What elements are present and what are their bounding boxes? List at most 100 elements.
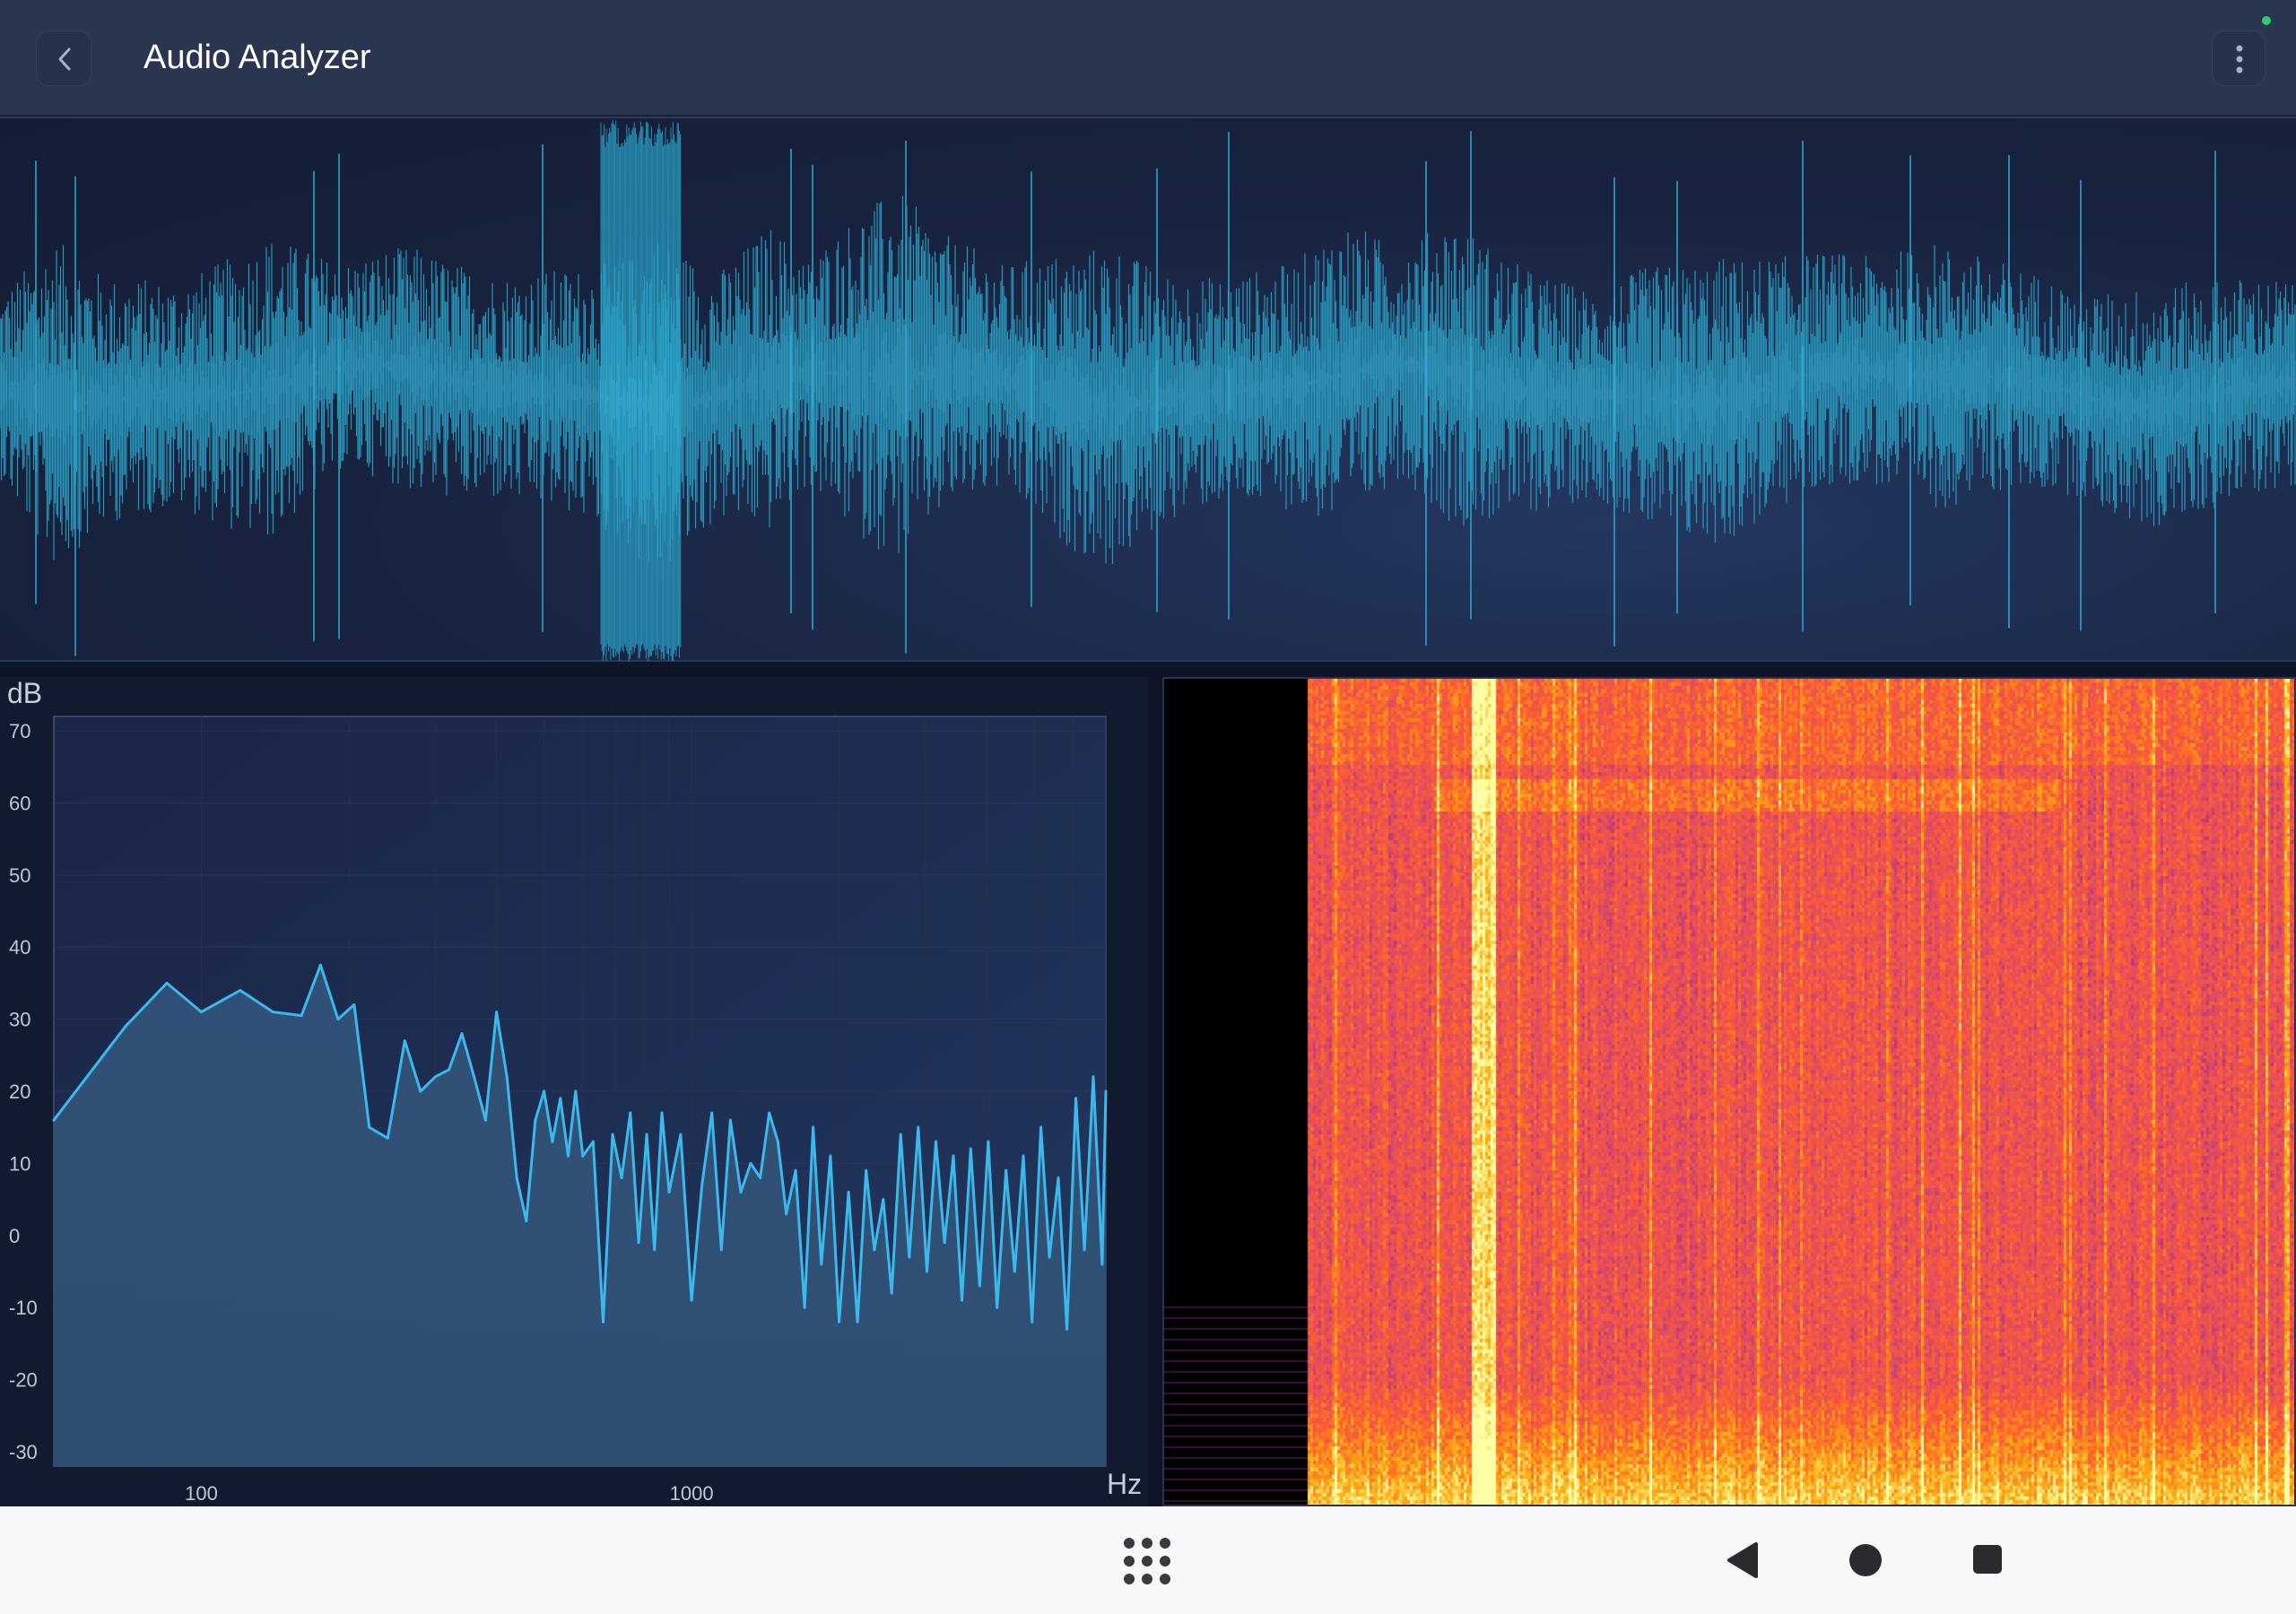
page-title: Audio Analyzer <box>144 39 371 76</box>
spectrum-point <box>574 1089 578 1093</box>
spectrum-point <box>865 1168 868 1172</box>
y-tick-label: 60 <box>9 792 30 814</box>
spectrum-point <box>917 1125 920 1129</box>
spectrum-point <box>996 1306 999 1309</box>
spectrum-point <box>1083 1248 1086 1252</box>
spectrum-point <box>200 1011 203 1014</box>
waveform-plot <box>0 120 2296 662</box>
y-axis-unit: dB <box>7 677 43 709</box>
spectrum-point <box>710 1111 714 1115</box>
spectrum-point <box>890 1291 893 1295</box>
spectrum-point <box>785 1212 788 1216</box>
spectrum-point <box>794 1168 797 1172</box>
nav-recent-apps-icon[interactable] <box>1973 1545 2002 1574</box>
spectrum-point <box>667 1191 671 1193</box>
spectrum-point <box>460 1032 464 1036</box>
spectrum-point <box>386 1136 389 1140</box>
spectrum-point <box>679 1132 683 1136</box>
spectrum-point <box>653 1248 657 1252</box>
spectrum-point <box>581 1154 585 1158</box>
y-tick-label: 50 <box>9 864 30 887</box>
spectrogram-view[interactable] <box>1162 677 2296 1506</box>
spectrum-point <box>559 1097 562 1100</box>
y-tick-label: 30 <box>9 1009 30 1031</box>
spectrum-point <box>271 1011 274 1014</box>
spectrum-point <box>448 1068 451 1072</box>
spectrum-point <box>882 1198 885 1202</box>
spectrum-point <box>515 1176 518 1179</box>
spectrum-point <box>124 1025 127 1028</box>
spectrum-point <box>952 1154 955 1158</box>
x-tick-label: 1000 <box>670 1482 714 1505</box>
back-button[interactable] <box>36 30 91 86</box>
spectrum-plot: 706050403020100-10-20-30100 1000 <box>9 716 1108 1505</box>
spectrum-point <box>1004 1168 1008 1172</box>
spectrum-point <box>525 1219 528 1223</box>
y-tick-label: -20 <box>9 1369 38 1392</box>
y-tick-label: 0 <box>9 1225 20 1247</box>
spectrum-point <box>495 1011 499 1014</box>
spectrum-point <box>300 1014 303 1018</box>
spectrum-point <box>1039 1125 1043 1129</box>
spectrum-point <box>433 1075 437 1079</box>
spectrogram-heatmap <box>1164 679 2294 1505</box>
spectrum-point <box>1057 1176 1060 1179</box>
app-bar: Audio Analyzer <box>0 0 2296 117</box>
spectrum-point <box>803 1306 806 1309</box>
spectrum-point <box>978 1284 981 1288</box>
spectrum-point <box>768 1111 771 1115</box>
spectrum-point <box>690 1298 693 1302</box>
spectrum-point <box>829 1154 832 1158</box>
waveform-view[interactable] <box>0 117 2296 662</box>
spectrum-point <box>987 1140 990 1143</box>
spectrum-point <box>620 1176 623 1179</box>
spectrum-point <box>403 1039 406 1043</box>
spectrum-point <box>1074 1097 1078 1100</box>
spectrum-point <box>935 1140 937 1143</box>
spectrum-point <box>812 1125 815 1129</box>
spectrum-point <box>820 1263 823 1266</box>
spectrum-point <box>483 1118 487 1122</box>
spectrum-point <box>505 1075 509 1079</box>
spectrum-view[interactable]: 70 60 50 40 30 20 10 0 -10 -20 -30 100 1000 dB Hz <box>0 677 1148 1506</box>
spectrum-point <box>645 1132 648 1136</box>
spectrum-point <box>719 1248 723 1252</box>
spectrum-point <box>368 1125 371 1129</box>
spectrum-point <box>591 1140 595 1143</box>
spectrum-point <box>856 1320 859 1323</box>
nav-back-icon[interactable] <box>1726 1540 1760 1580</box>
spectrum-point <box>1022 1154 1025 1158</box>
x-tick-label: 100 <box>185 1482 218 1505</box>
spectrum-point <box>660 1111 664 1115</box>
spectrum-point <box>534 1118 537 1122</box>
spectrum-point <box>352 1003 356 1006</box>
app-drawer-icon[interactable] <box>1121 1535 1173 1587</box>
spectrum-point <box>165 981 169 985</box>
spectrum-point <box>943 1241 946 1245</box>
y-tick-label: 20 <box>9 1080 30 1103</box>
spectrum-point <box>336 1018 340 1021</box>
spectrum-point <box>759 1176 762 1179</box>
y-tick-label: -10 <box>9 1297 38 1319</box>
spectrum-point <box>1104 1089 1108 1093</box>
spectrum-point <box>629 1111 632 1115</box>
spectrum-point <box>318 963 322 967</box>
spectrum-point <box>567 1154 570 1158</box>
spectrum-point <box>749 1161 752 1165</box>
nav-home-icon[interactable] <box>1849 1544 1882 1576</box>
spectrum-point <box>473 1075 476 1079</box>
spectrum-point <box>637 1241 640 1245</box>
spectrum-point <box>739 1191 743 1193</box>
spectrum-point <box>419 1089 422 1093</box>
spectrum-point <box>1065 1327 1069 1331</box>
spectrum-point <box>1100 1263 1104 1266</box>
overflow-menu-button[interactable] <box>2212 30 2266 86</box>
spectrum-point <box>847 1191 850 1193</box>
y-tick-label: 10 <box>9 1152 30 1175</box>
status-indicator-dot <box>2262 16 2271 25</box>
spectrum-point <box>611 1132 614 1136</box>
more-vertical-icon <box>2236 45 2243 74</box>
spectrum-point <box>926 1270 928 1273</box>
spectrum-point <box>838 1320 841 1323</box>
spectrum-point <box>1091 1075 1095 1079</box>
